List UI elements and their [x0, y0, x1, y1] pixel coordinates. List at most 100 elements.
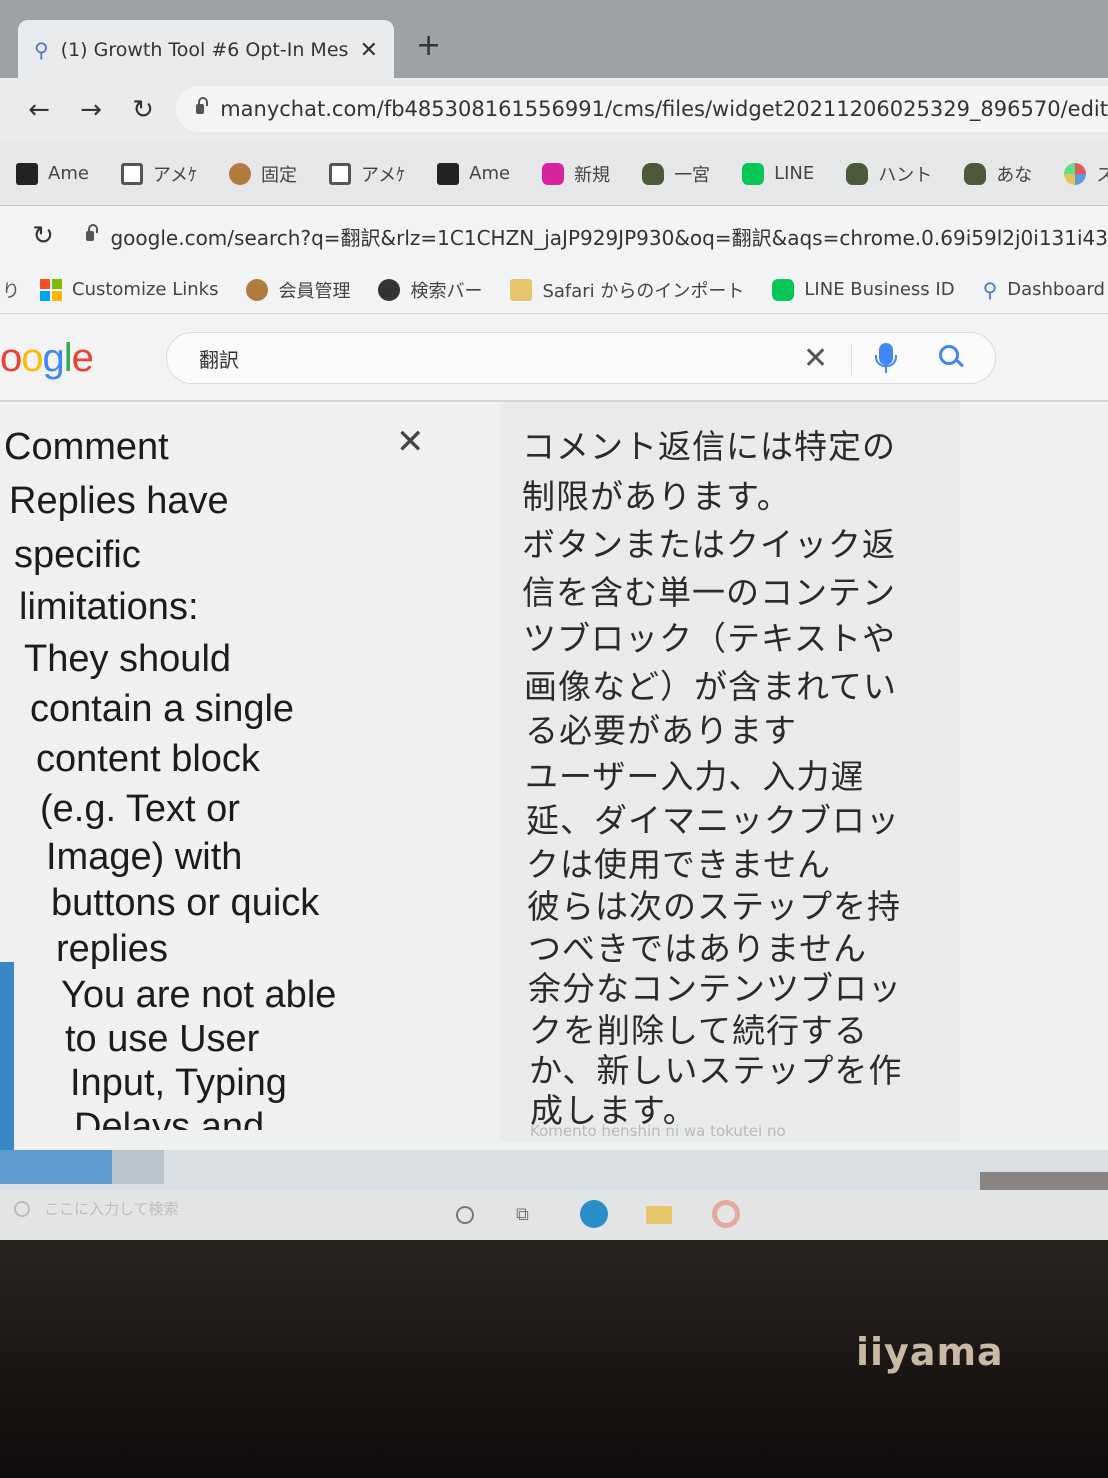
- source-line: buttons or quick: [51, 882, 320, 924]
- source-line: specific: [14, 534, 141, 576]
- bookmark-item[interactable]: あな: [964, 161, 1032, 187]
- new-tab-button[interactable]: +: [416, 28, 441, 63]
- bookmark-label: Ame: [469, 163, 511, 184]
- google-search-box[interactable]: ✕: [166, 332, 996, 384]
- character-icon: [246, 278, 269, 301]
- source-line: limitations:: [19, 586, 199, 628]
- bookmark-label: Ame: [48, 163, 89, 184]
- forward-icon[interactable]: →: [78, 95, 104, 125]
- line-icon: [772, 278, 795, 301]
- bookmark-item[interactable]: Ame: [437, 162, 511, 185]
- source-line: You are not able: [61, 974, 337, 1016]
- cat-icon: [642, 162, 665, 185]
- bookmark-item[interactable]: アメｹ: [120, 161, 198, 187]
- bookmark-search-bar[interactable]: 検索バー: [378, 277, 482, 303]
- bookmark-membership[interactable]: 会員管理: [246, 277, 350, 303]
- target-line: クは使用できません: [526, 845, 832, 884]
- bookmark-label: LINE: [774, 163, 815, 184]
- cat-icon: [964, 162, 987, 185]
- search-icon[interactable]: [939, 345, 959, 365]
- bookmark-label: 新規: [574, 164, 611, 186]
- source-line: Input, Typing: [70, 1062, 287, 1104]
- target-line: 彼らは次のステップを持: [527, 887, 901, 926]
- address-bar[interactable]: manychat.com/fb485308161556991/cms/files…: [176, 86, 1108, 132]
- lock-icon: [86, 224, 99, 241]
- cortana-icon[interactable]: [456, 1206, 474, 1224]
- bookmark-dashboard[interactable]: ⚲ Dashboard: [983, 278, 1105, 302]
- side-accent: [0, 962, 14, 1162]
- ameba-icon: [16, 162, 38, 185]
- target-line: る必要があります: [525, 711, 797, 750]
- bookmark-label: Dashboard: [1007, 279, 1105, 300]
- clear-icon[interactable]: ✕: [803, 341, 828, 376]
- ameba-doc-icon: [120, 162, 143, 185]
- bookmark-item[interactable]: Ame: [16, 162, 89, 185]
- search-icon: [14, 1200, 30, 1217]
- target-line: 制限があります。: [522, 477, 791, 516]
- target-line: コメント返信には特定の: [522, 427, 896, 466]
- source-line: Delays and: [74, 1106, 265, 1130]
- chrome-icon[interactable]: [712, 1200, 740, 1228]
- bookmark-label: 一宮: [674, 164, 711, 186]
- bookmark-item[interactable]: LINE: [742, 162, 815, 185]
- bookmark-safari-import[interactable]: Safari からのインポート: [510, 277, 744, 303]
- folder-icon: [510, 278, 533, 301]
- bookmark-item[interactable]: ハント: [846, 161, 932, 187]
- bookmark-label: LINE Business ID: [804, 279, 955, 300]
- bookmark-item[interactable]: ス: [1064, 161, 1108, 187]
- target-line: ボタンまたはクイック返: [522, 525, 896, 564]
- bookmark-label: 会員管理: [278, 280, 351, 302]
- romanization: Komento henshin ni wa tokutei no: [530, 1122, 786, 1140]
- target-line: ツブロック（テキストや: [523, 619, 897, 658]
- source-line: to use User: [65, 1018, 260, 1060]
- bookmark-item[interactable]: アメｹ: [329, 161, 405, 187]
- tab-growth-tool[interactable]: ⚲ (1) Growth Tool #6 Opt-In Messa ✕: [18, 20, 394, 80]
- outer-toolbar: ← → ↻ manychat.com/fb485308161556991/cms…: [0, 78, 1108, 142]
- strip-block-blue: [0, 1150, 112, 1184]
- bookmark-item[interactable]: 固定: [229, 161, 297, 187]
- inner-address-bar[interactable]: google.com/search?q=翻訳&rlz=1C1CHZN_jaJP9…: [86, 214, 1108, 258]
- ameba-icon: [437, 162, 460, 185]
- bookmark-item[interactable]: 新規: [542, 161, 610, 187]
- back-icon[interactable]: ←: [26, 95, 52, 125]
- bottom-strip: [0, 1150, 1108, 1202]
- manychat-icon: ⚲: [982, 277, 998, 302]
- source-line: Replies have: [9, 480, 229, 522]
- pinwheel-icon: [1064, 162, 1087, 185]
- microphone-stem: [885, 367, 887, 373]
- edge-icon[interactable]: [580, 1200, 608, 1228]
- source-line: They should: [24, 638, 232, 680]
- bookmark-label: Customize Links: [72, 279, 219, 300]
- windows-logo-icon: [40, 278, 62, 301]
- taskbar: ここに入力して検索 ⧉: [0, 1190, 1108, 1240]
- address-url: manychat.com/fb485308161556991/cms/files…: [220, 97, 1108, 121]
- source-line: replies: [56, 928, 168, 970]
- task-view-icon[interactable]: ⧉: [516, 1204, 529, 1225]
- clear-source-icon[interactable]: ✕: [396, 422, 425, 462]
- bookmark-label: Safari からのインポート: [542, 280, 745, 302]
- inner-address-url: google.com/search?q=翻訳&rlz=1C1CHZN_jaJP9…: [110, 225, 1108, 250]
- reload-icon[interactable]: ↻: [30, 221, 56, 251]
- lock-icon: [196, 97, 209, 114]
- file-explorer-icon[interactable]: [646, 1206, 672, 1224]
- source-line: (e.g. Text or: [40, 788, 240, 830]
- bookmark-line-business[interactable]: LINE Business ID: [772, 278, 955, 301]
- search-input[interactable]: [197, 345, 781, 371]
- source-text-pane[interactable]: ✕ Comment Replies have specific limitati…: [0, 402, 480, 1130]
- taskbar-search[interactable]: ここに入力して検索: [14, 1198, 179, 1219]
- bookmark-label: アメｹ: [152, 164, 198, 186]
- bookmark-customize-links[interactable]: Customize Links: [40, 278, 219, 301]
- bookmark-label: アメｹ: [361, 164, 406, 186]
- reload-icon[interactable]: ↻: [130, 95, 156, 125]
- google-header: oogle ✕: [0, 314, 1108, 402]
- source-line: contain a single: [30, 688, 295, 730]
- laptop-brand-logo: iiyama: [856, 1330, 1004, 1374]
- target-text-pane: コメント返信には特定の 制限があります。 ボタンまたはクイック返 信を含む単一の…: [500, 402, 960, 1142]
- bookmark-label: 検索バー: [410, 280, 483, 302]
- microphone-icon[interactable]: [875, 343, 897, 367]
- bookmark-label: 固定: [261, 164, 298, 186]
- close-tab-icon[interactable]: ✕: [360, 38, 378, 63]
- bookmark-item[interactable]: 一宮: [642, 161, 710, 187]
- instagram-icon: [542, 162, 565, 185]
- google-logo[interactable]: oogle: [0, 336, 94, 381]
